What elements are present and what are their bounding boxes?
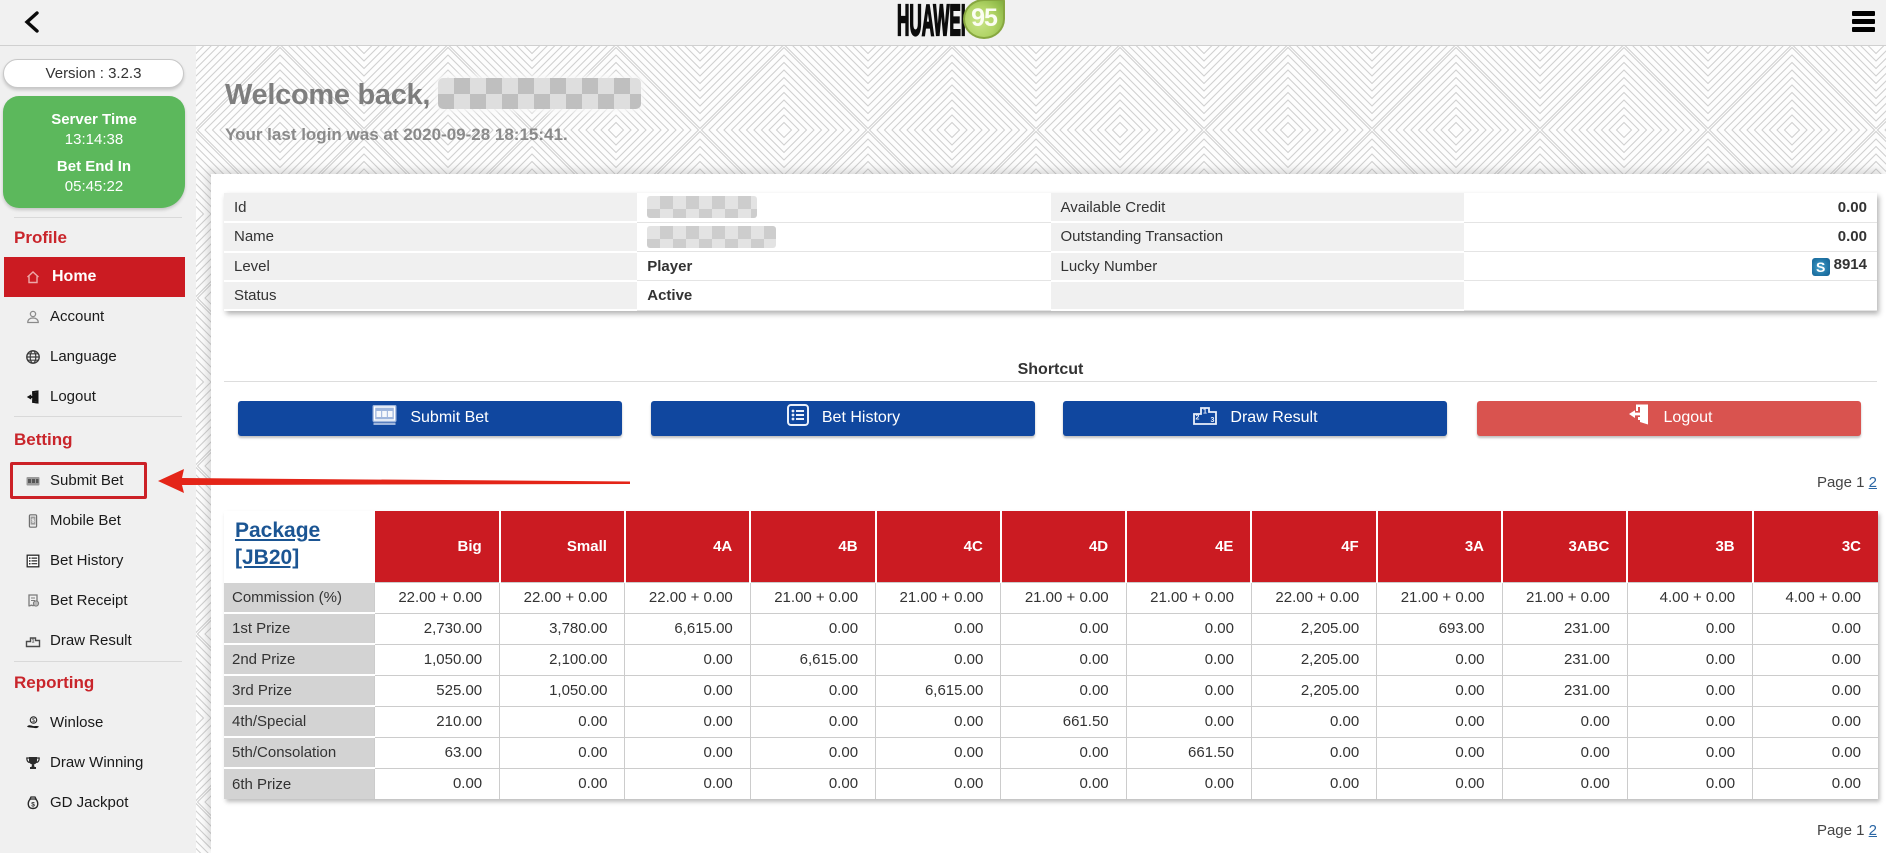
svg-text:$: $ — [31, 801, 35, 808]
svg-text:$: $ — [31, 519, 34, 525]
svg-text:1: 1 — [1203, 409, 1207, 416]
svg-text:2: 2 — [1196, 415, 1200, 422]
svg-text:$: $ — [32, 718, 35, 724]
svg-text:1: 1 — [32, 639, 35, 645]
svg-text:3: 3 — [1211, 417, 1215, 424]
